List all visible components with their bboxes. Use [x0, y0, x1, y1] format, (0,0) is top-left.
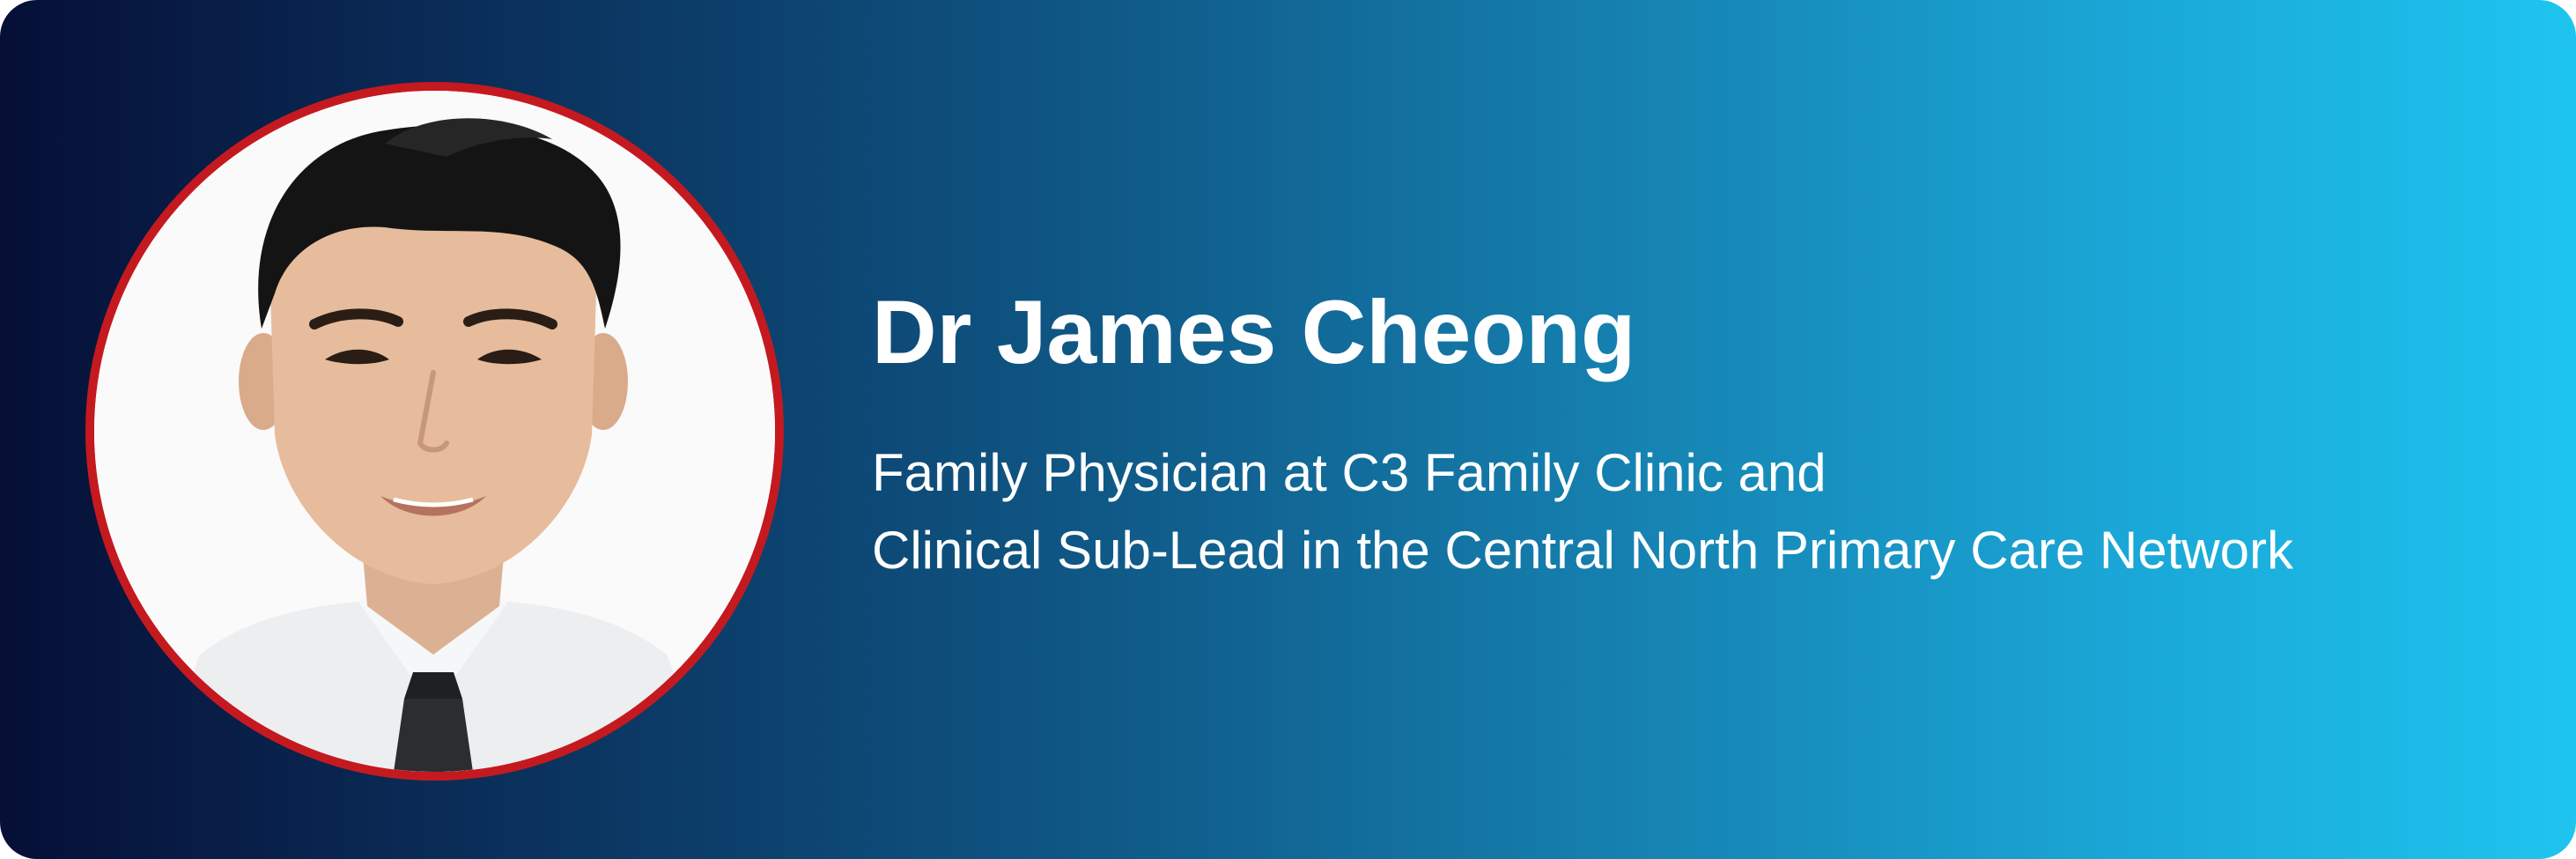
speaker-role: Family Physician at C3 Family Clinic and…	[872, 434, 2293, 589]
profile-photo	[85, 82, 784, 781]
speaker-card: Dr James Cheong Family Physician at C3 F…	[0, 0, 2576, 859]
speaker-role-line-1: Family Physician at C3 Family Clinic and	[872, 443, 1827, 502]
speaker-role-line-2: Clinical Sub-Lead in the Central North P…	[872, 521, 2293, 580]
portrait-illustration	[94, 91, 775, 772]
speaker-name: Dr James Cheong	[872, 282, 1636, 382]
